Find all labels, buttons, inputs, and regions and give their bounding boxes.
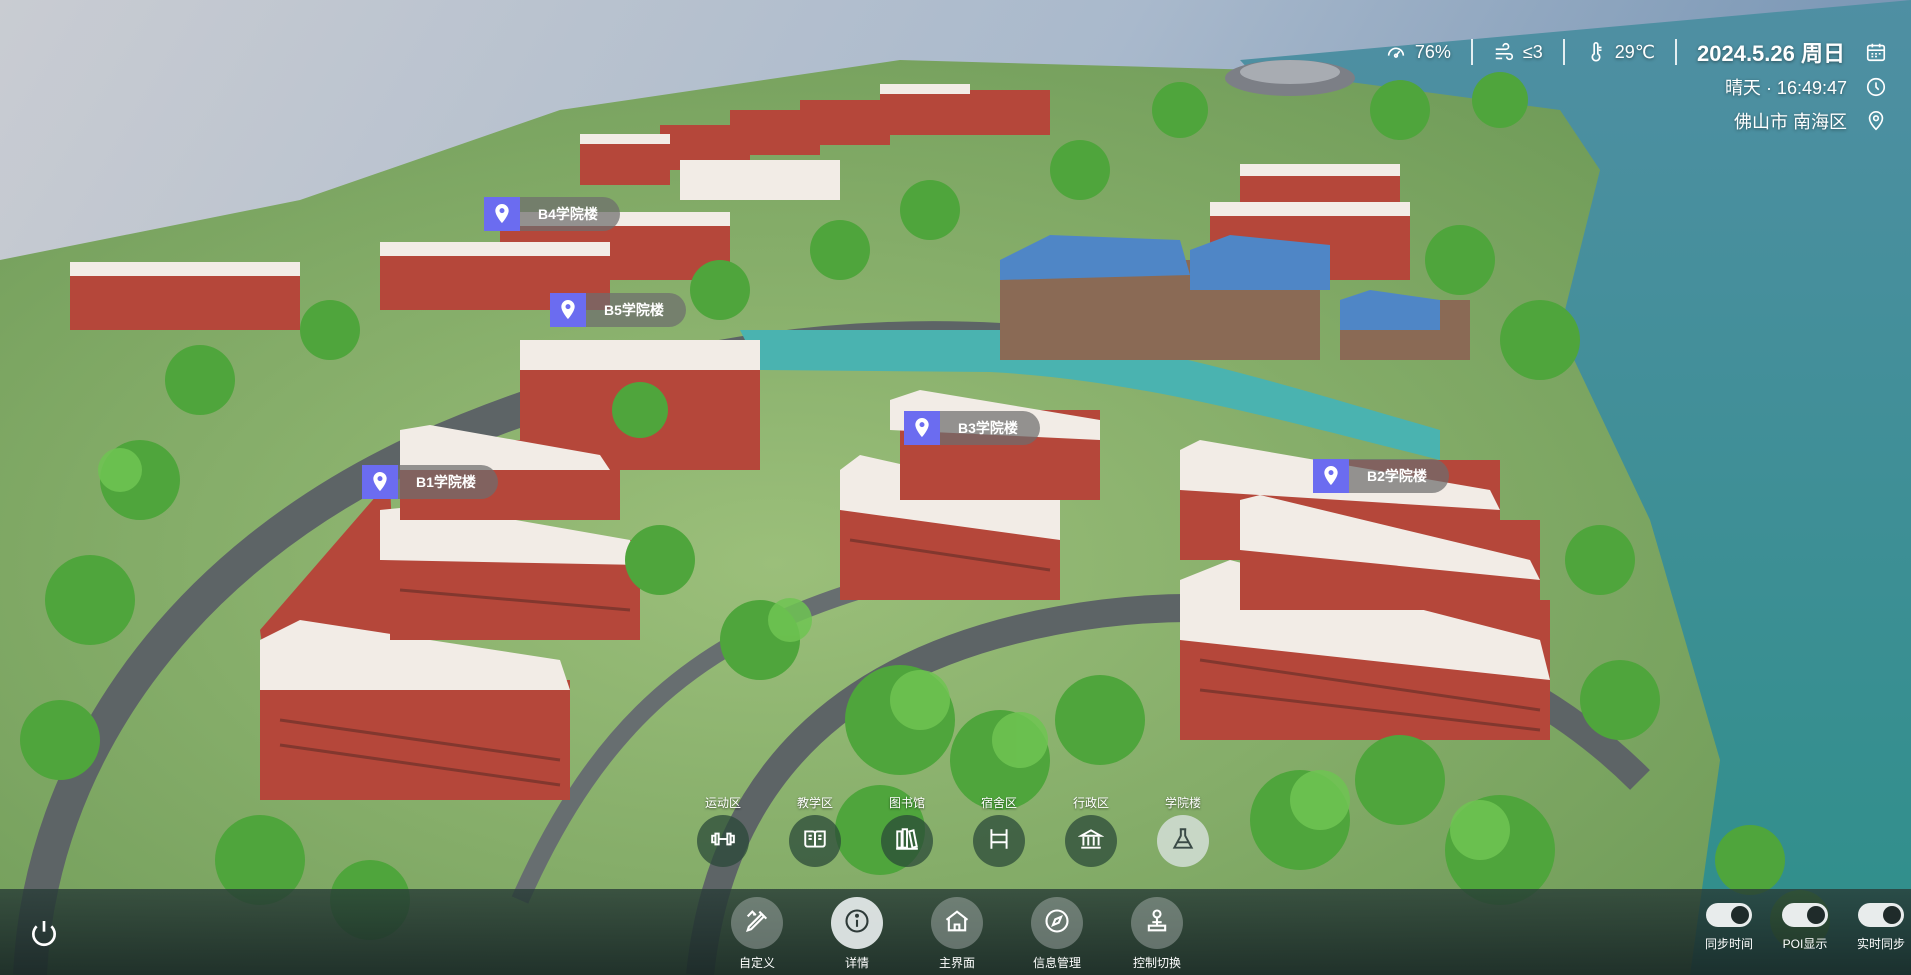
area-label: 行政区 xyxy=(1072,796,1109,810)
toggle-label: 实时同步 xyxy=(1856,937,1905,951)
poi-marker-b3[interactable]: B3学院楼 xyxy=(904,411,1040,445)
poi-display-switch[interactable] xyxy=(1782,903,1828,927)
poi-label: B3学院楼 xyxy=(958,420,1018,436)
nav-label: 主界面 xyxy=(938,956,975,970)
sync-time-switch[interactable] xyxy=(1706,903,1752,927)
compass-icon xyxy=(1043,907,1071,940)
info-icon xyxy=(843,907,871,940)
nav-details[interactable]: 详情 xyxy=(830,897,884,971)
nav-info-management-button[interactable] xyxy=(1031,897,1083,949)
area-dormitory[interactable]: 宿舍区 xyxy=(972,794,1026,867)
area-selector: 运动区 教学区 图书馆 宿舍区 行政区 学院楼 xyxy=(696,794,1210,867)
temperature-readout: 29℃ xyxy=(1565,41,1675,63)
nav-info-management[interactable]: 信息管理 xyxy=(1030,897,1084,971)
area-administration[interactable]: 行政区 xyxy=(1064,794,1118,867)
nav-control-switch[interactable]: 控制切换 xyxy=(1130,897,1184,971)
main-nav: 自定义 详情 主界面 信息管理 控制切换 xyxy=(730,897,1184,971)
poi-label: B5学院楼 xyxy=(604,302,664,318)
area-sports[interactable]: 运动区 xyxy=(696,794,750,867)
humidity-value: 76% xyxy=(1414,41,1451,62)
nav-control-switch-button[interactable] xyxy=(1131,897,1183,949)
pen-ruler-icon xyxy=(743,907,771,940)
area-label: 宿舍区 xyxy=(980,796,1017,810)
poi-label: B4学院楼 xyxy=(538,206,598,222)
nav-label: 信息管理 xyxy=(1032,956,1081,970)
area-sports-button[interactable] xyxy=(697,815,749,867)
location-pin-icon[interactable] xyxy=(1865,110,1887,132)
map-pin-icon xyxy=(1313,459,1349,493)
area-teaching[interactable]: 教学区 xyxy=(788,794,842,867)
area-college[interactable]: 学院楼 xyxy=(1156,794,1210,867)
nav-label: 控制切换 xyxy=(1132,956,1181,970)
toggle-group: 同步时间 POI显示 实时同步 xyxy=(1703,897,1911,952)
toggle-realtime-sync[interactable]: 实时同步 xyxy=(1855,897,1907,952)
map-pin-icon xyxy=(484,197,520,231)
library-icon xyxy=(894,826,920,857)
weather-time-value: 晴天 · 16:49:47 xyxy=(1724,78,1847,98)
poi-marker-b2[interactable]: B2学院楼 xyxy=(1313,459,1449,493)
wind-readout: ≤3 xyxy=(1473,41,1563,63)
toggle-poi-display[interactable]: POI显示 xyxy=(1779,897,1831,952)
toggle-label: POI显示 xyxy=(1782,937,1828,951)
nav-label: 自定义 xyxy=(738,956,775,970)
map-pin-icon xyxy=(550,293,586,327)
humidity-gauge-icon xyxy=(1385,41,1407,63)
poi-marker-b5[interactable]: B5学院楼 xyxy=(550,293,686,327)
area-dormitory-button[interactable] xyxy=(973,815,1025,867)
joystick-icon xyxy=(1143,907,1171,940)
dumbbell-icon xyxy=(710,826,736,857)
wind-icon xyxy=(1493,41,1515,63)
weather-time-line: 晴天 · 16:49:47 xyxy=(1725,74,1887,100)
realtime-sync-switch[interactable] xyxy=(1858,903,1904,927)
wind-value: ≤3 xyxy=(1522,41,1543,62)
area-administration-button[interactable] xyxy=(1065,815,1117,867)
area-label: 图书馆 xyxy=(888,796,925,810)
area-label: 教学区 xyxy=(796,796,833,810)
power-icon xyxy=(28,921,60,953)
date-readout: 2024.5.26 周日 xyxy=(1677,36,1887,68)
status-bar: 76% ≤3 29℃ 2024.5.26 周日 xyxy=(1365,36,1887,68)
map-pin-icon xyxy=(362,465,398,499)
poi-label: B1学院楼 xyxy=(416,474,476,490)
area-teaching-button[interactable] xyxy=(789,815,841,867)
power-button[interactable] xyxy=(28,917,60,949)
nav-custom[interactable]: 自定义 xyxy=(730,897,784,971)
bed-icon xyxy=(986,826,1012,857)
building-columns-icon xyxy=(1077,826,1105,857)
area-college-button[interactable] xyxy=(1157,815,1209,867)
poi-marker-b1[interactable]: B1学院楼 xyxy=(362,465,498,499)
bottom-toolbar: 自定义 详情 主界面 信息管理 控制切换 同步时间 POI显示 实时同步 xyxy=(0,889,1911,975)
nav-home-button[interactable] xyxy=(931,897,983,949)
book-icon xyxy=(802,826,828,857)
nav-home[interactable]: 主界面 xyxy=(930,897,984,971)
area-library-button[interactable] xyxy=(881,815,933,867)
humidity-readout: 76% xyxy=(1365,41,1471,63)
area-library[interactable]: 图书馆 xyxy=(880,794,934,867)
toggle-label: 同步时间 xyxy=(1704,937,1753,951)
nav-custom-button[interactable] xyxy=(731,897,783,949)
poi-marker-b4[interactable]: B4学院楼 xyxy=(484,197,620,231)
calendar-icon[interactable] xyxy=(1865,41,1887,63)
area-label: 学院楼 xyxy=(1164,796,1201,810)
home-icon xyxy=(943,907,971,940)
clock-icon xyxy=(1865,76,1887,98)
map-pin-icon xyxy=(904,411,940,445)
date-value: 2024.5.26 周日 xyxy=(1697,41,1845,66)
toggle-sync-time[interactable]: 同步时间 xyxy=(1703,897,1755,952)
nav-label: 详情 xyxy=(844,956,869,970)
nav-details-button[interactable] xyxy=(831,897,883,949)
location-value: 佛山市 南海区 xyxy=(1733,112,1847,132)
temperature-value: 29℃ xyxy=(1614,41,1655,62)
area-label: 运动区 xyxy=(704,796,741,810)
location-line: 佛山市 南海区 xyxy=(1734,108,1887,134)
poi-label: B2学院楼 xyxy=(1367,468,1427,484)
flask-icon xyxy=(1170,826,1196,857)
thermometer-icon xyxy=(1585,41,1607,63)
